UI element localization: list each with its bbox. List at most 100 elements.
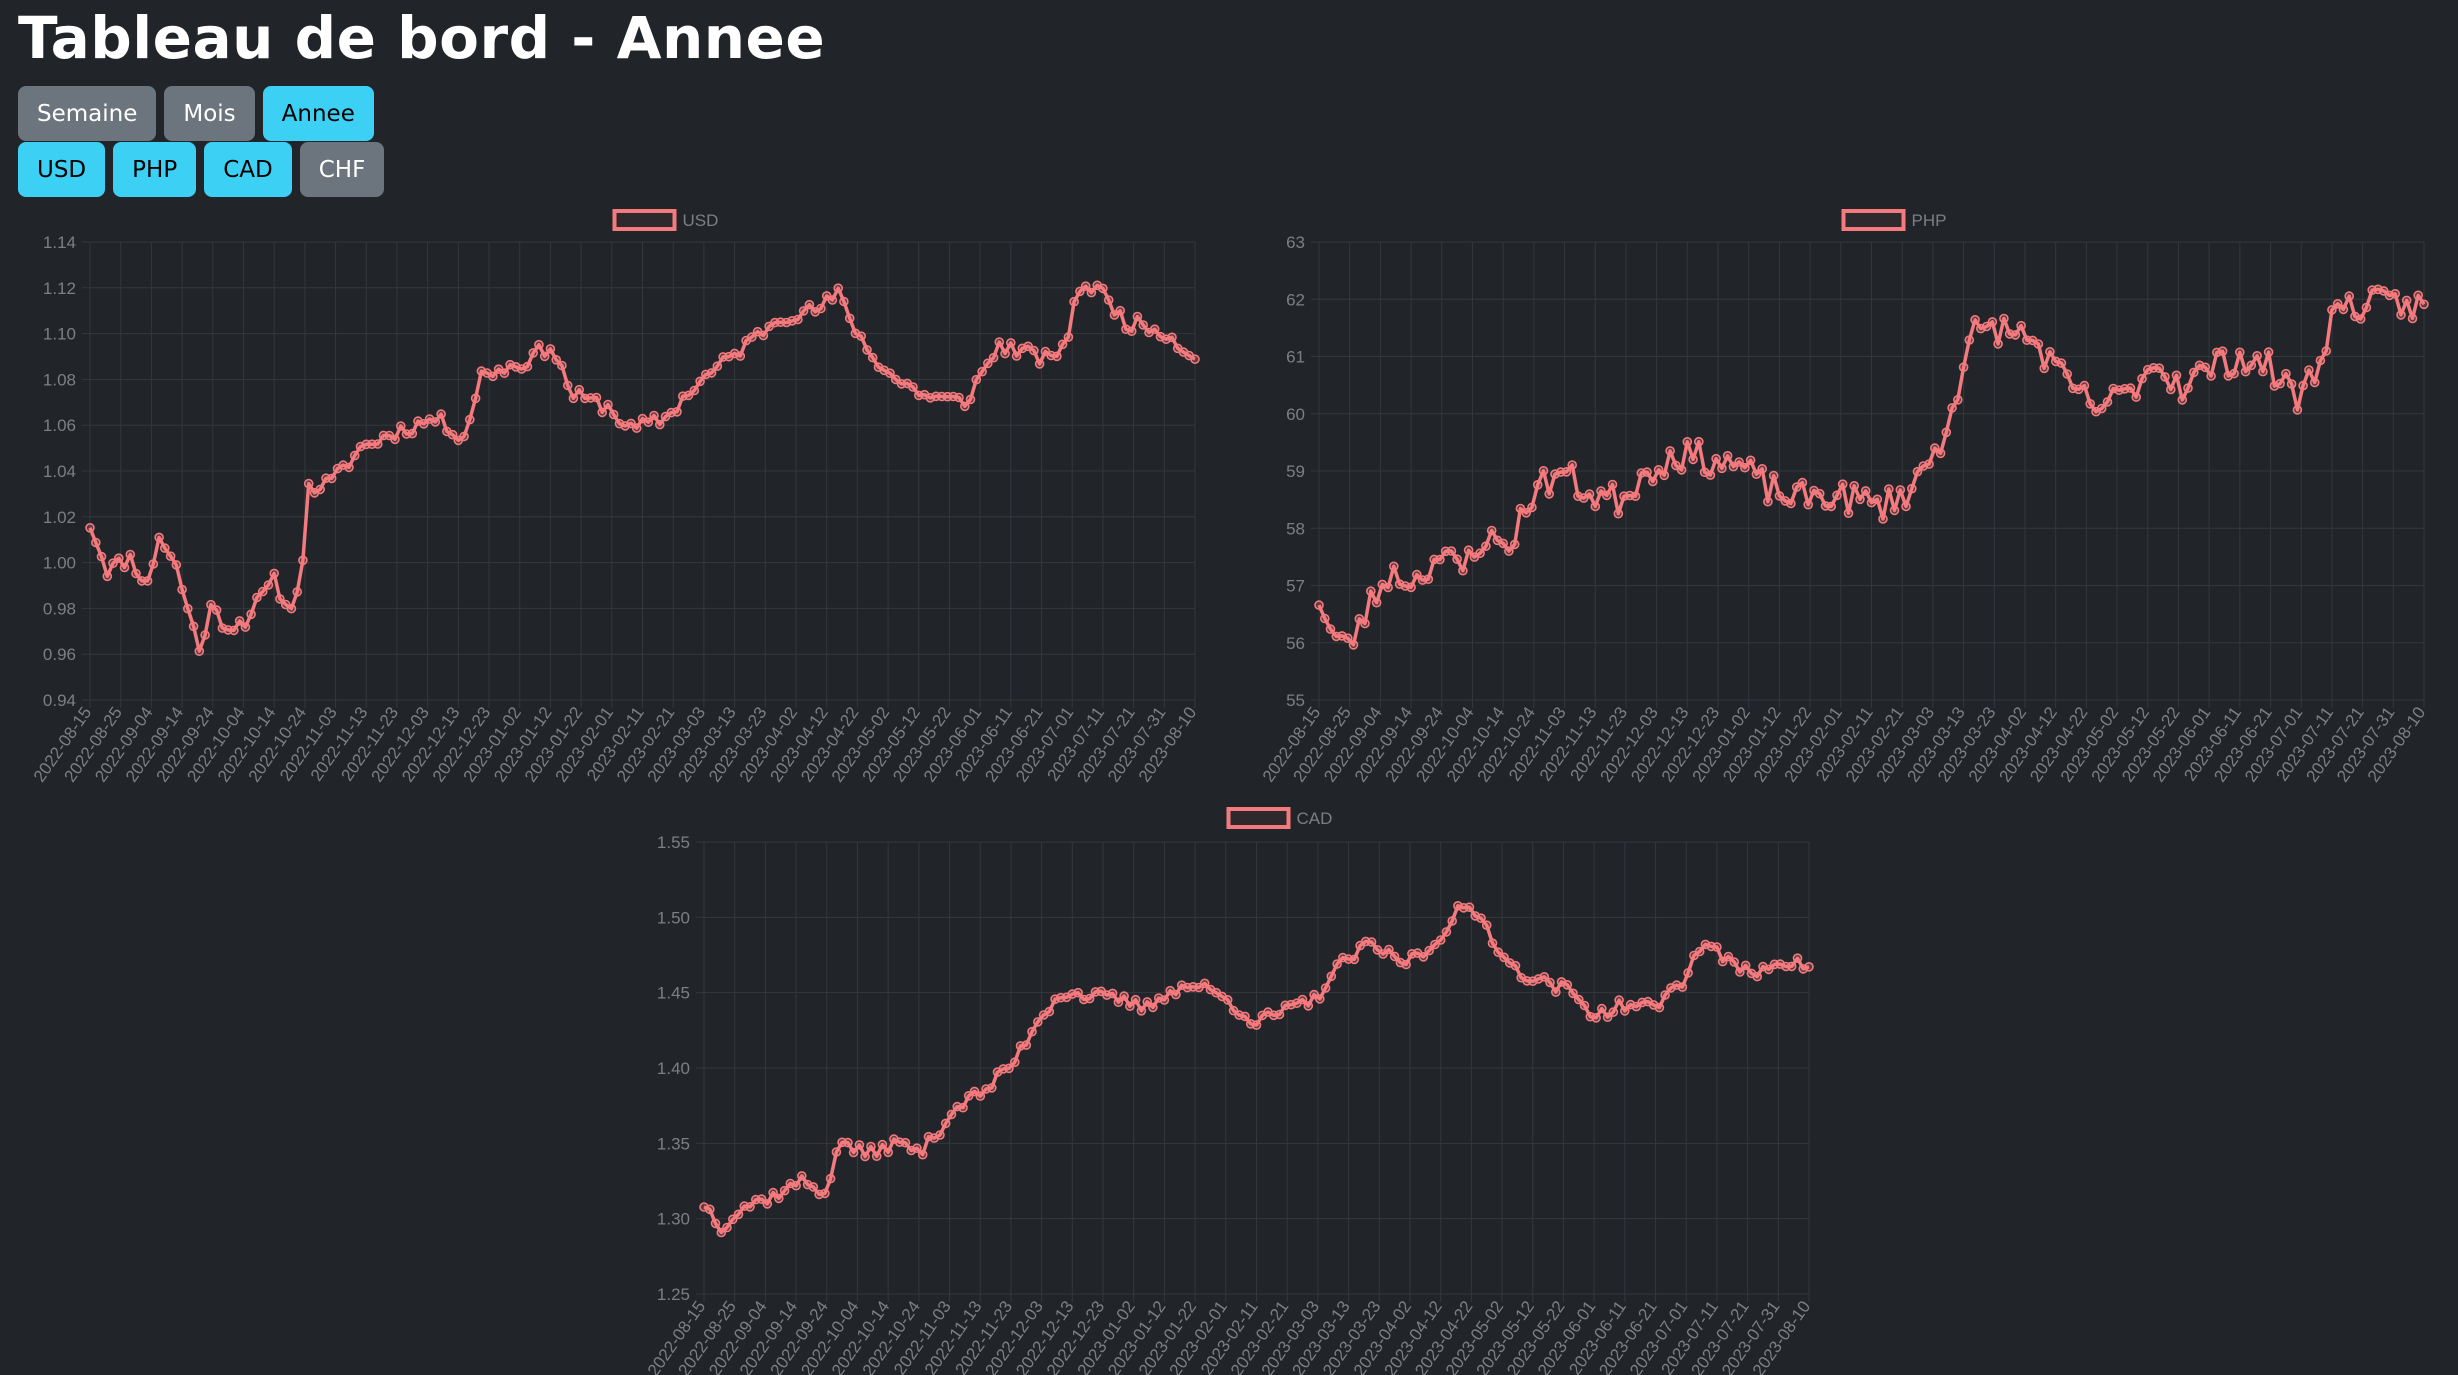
cad-data-point [854,1140,865,1150]
php-data-point [1325,624,1336,634]
php-data-point [1475,548,1485,559]
usd-data-point [298,555,308,566]
php-data-point [2246,360,2257,371]
php-button[interactable]: PHP [113,142,197,197]
cad-data-point [1084,993,1095,1004]
php-data-point [2413,290,2423,301]
php-data-point [1630,491,1641,502]
usd-data-point [988,352,999,363]
usd-chart-svg: 1.14 1.12 1.10 1.08 1.06 1.04 1.02 1.00 0.98 0.96… [30,209,1200,786]
php-data-point [1504,546,1514,556]
usd-data-point [177,584,187,595]
usd-data-point [522,361,533,372]
usd-data-point [654,419,665,430]
php-data-point [1498,538,1509,549]
php-data-point [1832,490,1842,501]
php-data-point [1590,501,1601,512]
usd-data-point [171,560,182,570]
php-data-point [1458,565,1468,576]
usd-data-point [1103,295,1114,305]
cad-data-point [1148,1002,1158,1013]
semaine-button[interactable]: Semaine [18,86,157,141]
php-data-point [1435,554,1445,565]
cad-data-point [1481,920,1492,930]
php-data-point [2401,295,2412,306]
php-data-point [2309,377,2320,388]
cad-y-tick-label: 1.45 [657,984,690,1003]
php-data-point [2045,347,2055,357]
php-data-point [1763,496,1773,507]
php-data-point [1947,403,1957,413]
cad-data-point [1171,989,1181,1000]
php-data-point [1722,451,1733,461]
usd-data-point [562,380,573,391]
usd-y-tick-label: 1.02 [43,508,76,527]
php-data-point [1481,541,1491,552]
usd-data-point [1029,345,1039,356]
php-data-point [2263,347,2274,357]
usd-data-point [114,553,124,564]
usd-data-point [131,568,141,579]
usd-y-tick-label: 1.04 [43,462,76,481]
usd-data-point [200,630,210,640]
php-data-point [1371,597,1382,608]
cad-data-point [877,1139,888,1150]
php-data-point [2079,380,2090,391]
php-data-point [2096,403,2107,414]
cad-data-point [1136,1006,1147,1016]
usd-data-point [1149,324,1160,334]
cad-data-point [774,1193,784,1204]
php-data-point [1768,470,1779,481]
cad-chart: 1.55 1.50 1.45 1.40 1.35 1.30 1.25 2022-08-15 20… [614,796,1843,1375]
cad-data-point [1591,1013,1601,1023]
php-data-point [1676,465,1687,475]
cad-data-point [1044,1006,1055,1017]
usd-data-point [1057,339,1068,350]
php-data-point [1567,460,1578,470]
cad-data-point [940,1118,951,1129]
cad-data-point [1712,942,1722,952]
usd-button[interactable]: USD [18,142,106,197]
cad-data-point [1447,916,1458,926]
usd-data-point [1167,332,1177,343]
cad-button[interactable]: CAD [204,142,292,197]
php-data-point [1745,455,1756,466]
cad-data-point [1729,957,1739,967]
usd-y-tick-label: 1.12 [43,279,76,298]
usd-data-point [862,345,872,355]
chf-button[interactable]: CHF [299,142,385,197]
php-data-point [1878,514,1888,524]
usd-data-point [326,473,337,484]
usd-data-point [597,407,608,418]
cad-y-tick-label: 1.25 [657,1285,690,1304]
usd-data-point [229,625,239,636]
usd-y-tick-label: 1.08 [43,370,76,389]
cad-data-point [825,1173,836,1184]
usd-data-point [695,376,705,387]
usd-data-point [1011,351,1022,361]
php-data-point [1803,499,1814,510]
php-legend-label: PHP [1912,211,1947,230]
cad-data-point [1349,954,1360,965]
php-data-point [1348,639,1359,650]
usd-data-point [965,394,976,405]
usd-data-point [528,348,539,358]
php-y-tick-label: 61 [1286,348,1305,367]
php-data-point [1797,477,1808,488]
usd-data-point [1086,287,1097,298]
usd-data-point [977,366,987,377]
mois-button[interactable]: Mois [164,86,255,141]
php-data-point [2258,366,2268,377]
php-data-point [1717,463,1727,474]
cad-data-point [1550,987,1561,997]
php-data-point [1906,483,1917,494]
php-data-point [2234,347,2245,358]
usd-data-point [574,384,585,395]
php-data-point [2160,372,2170,382]
php-data-point [2286,379,2297,389]
usd-data-point [349,450,360,461]
cad-data-point [1510,960,1521,971]
cad-data-point [1654,1002,1665,1013]
usd-data-point [672,407,682,417]
annee-button[interactable]: Annee [262,86,374,141]
